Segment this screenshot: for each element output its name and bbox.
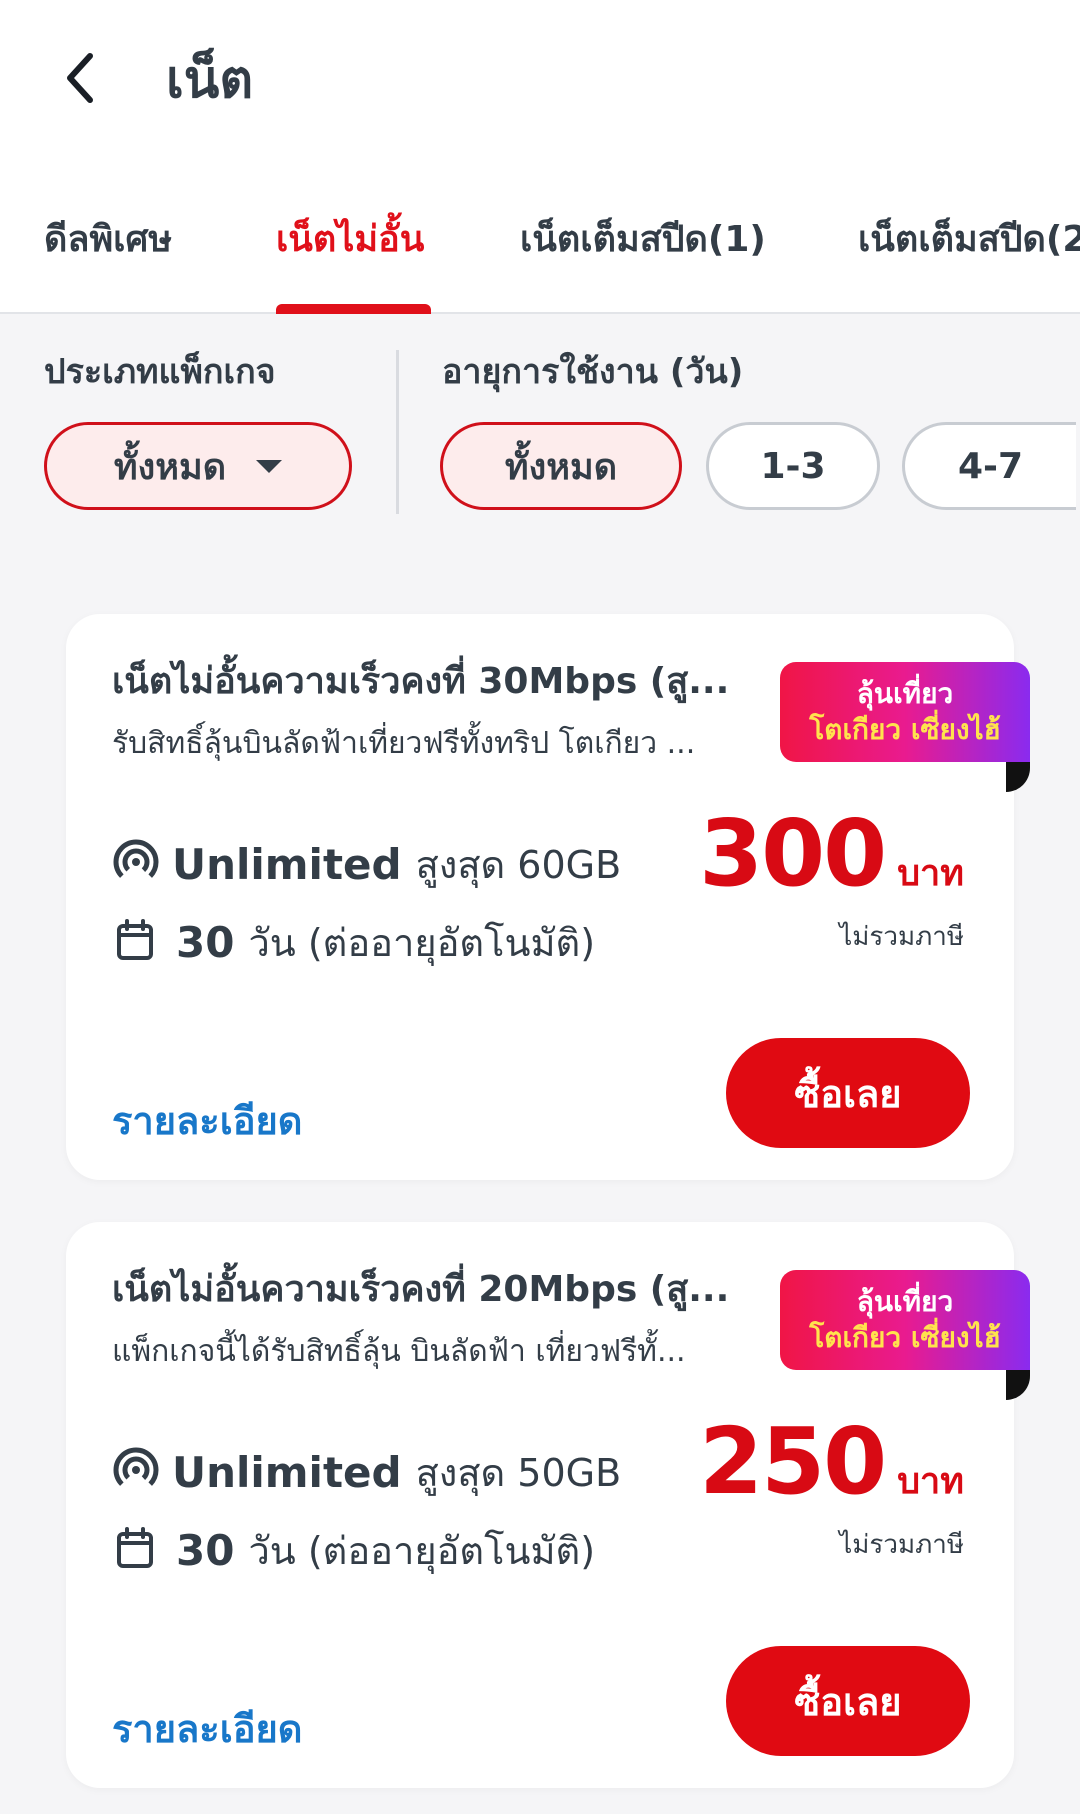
data-cap: สูงสุด 50GB [415,1450,622,1495]
category-tabs: ดีลพิเศษ เน็ตไม่อั้น เน็ตเต็มสปีด(1) เน็… [0,170,1080,314]
caret-down-icon [256,459,283,473]
promo-badge-line1: ลุ้นเที่ยว [856,677,954,710]
chevron-left-icon [60,50,100,110]
wifi-signal-icon [112,1446,160,1498]
price: 250 บาท [699,1408,964,1515]
package-type-label: ประเภทแพ็กเกจ [44,352,276,392]
data-amount: Unlimited [172,1447,402,1497]
package-type-selected: ทั้งหมด [113,446,227,488]
details-link[interactable]: รายละเอียด [112,1090,302,1151]
filter-divider [396,350,399,514]
package-subtitle: แพ็กเกจนี้ได้รับสิทธิ์ลุ้น บินลัดฟ้า เที… [112,1334,686,1369]
vat-note: ไม่รวมภาษี [839,1530,964,1560]
duration-label: อายุการใช้งาน (วัน) [442,352,744,392]
data-allowance: Unlimited สูงสุด 60GB [112,832,621,896]
package-title: เน็ตไม่อั้นความเร็วคงที่ 20Mbps (สู... [112,1269,730,1310]
buy-now-button[interactable]: ซื้อเลย [726,1646,970,1756]
validity-text: วัน (ต่ออายุอัตโนมัติ) [248,920,596,965]
duration-chip-1-3[interactable]: 1-3 [706,422,880,510]
package-title: เน็ตไม่อั้นความเร็วคงที่ 30Mbps (สู... [112,661,730,702]
validity: 30 วัน (ต่ออายุอัตโนมัติ) [116,910,595,974]
app-header: เน็ต ดีลพิเศษ เน็ตไม่อั้น เน็ตเต็มสปีด(1… [0,0,1080,314]
filter-bar: ประเภทแพ็กเกจ ทั้งหมด อายุการใช้งาน (วัน… [0,314,1080,578]
badge-ribbon-fold [1006,1370,1030,1400]
duration-chip-all[interactable]: ทั้งหมด [440,422,682,510]
back-button[interactable] [40,40,120,120]
tab-full-speed-1[interactable]: เน็ตเต็มสปีด(1) [520,190,766,290]
vat-note: ไม่รวมภาษี [839,922,964,952]
price-currency: บาท [897,853,964,894]
package-card: เน็ตไม่อั้นความเร็วคงที่ 30Mbps (สู... ร… [66,614,1030,1180]
calendar-icon [116,919,154,965]
validity-text: วัน (ต่ออายุอัตโนมัติ) [248,1528,596,1573]
package-card: เน็ตไม่อั้นความเร็วคงที่ 20Mbps (สู... แ… [66,1222,1030,1788]
data-amount: Unlimited [172,839,402,889]
tab-full-speed-2[interactable]: เน็ตเต็มสปีด(2 [858,190,1080,290]
page-title: เน็ต [166,50,254,110]
price-amount: 300 [699,800,887,907]
tab-unlimited-net[interactable]: เน็ตไม่อั้น [276,190,424,290]
price: 300 บาท [699,800,964,907]
data-cap: สูงสุด 60GB [415,842,622,887]
package-type-dropdown[interactable]: ทั้งหมด [44,422,352,510]
details-link[interactable]: รายละเอียด [112,1698,302,1759]
active-tab-indicator [276,304,431,314]
price-currency: บาท [897,1461,964,1502]
validity-days: 30 [176,1525,235,1575]
tab-special-deal[interactable]: ดีลพิเศษ [44,190,172,290]
wifi-signal-icon [112,838,160,890]
buy-now-button[interactable]: ซื้อเลย [726,1038,970,1148]
badge-ribbon-fold [1006,762,1030,792]
duration-chip-4-7[interactable]: 4-7 [902,422,1076,510]
data-allowance: Unlimited สูงสุด 50GB [112,1440,621,1504]
validity: 30 วัน (ต่ออายุอัตโนมัติ) [116,1518,595,1582]
package-subtitle: รับสิทธิ์ลุ้นบินลัดฟ้าเที่ยวฟรีทั้งทริป … [112,726,696,761]
promo-badge: ลุ้นเที่ยว โตเกียว เซี่ยงไฮ้ [780,662,1030,762]
price-amount: 250 [699,1408,887,1515]
calendar-icon [116,1527,154,1573]
promo-badge-line2: โตเกียว เซี่ยงไฮ้ [809,713,1001,746]
validity-days: 30 [176,917,235,967]
promo-badge-line1: ลุ้นเที่ยว [856,1285,954,1318]
promo-badge: ลุ้นเที่ยว โตเกียว เซี่ยงไฮ้ [780,1270,1030,1370]
promo-badge-line2: โตเกียว เซี่ยงไฮ้ [809,1321,1001,1354]
